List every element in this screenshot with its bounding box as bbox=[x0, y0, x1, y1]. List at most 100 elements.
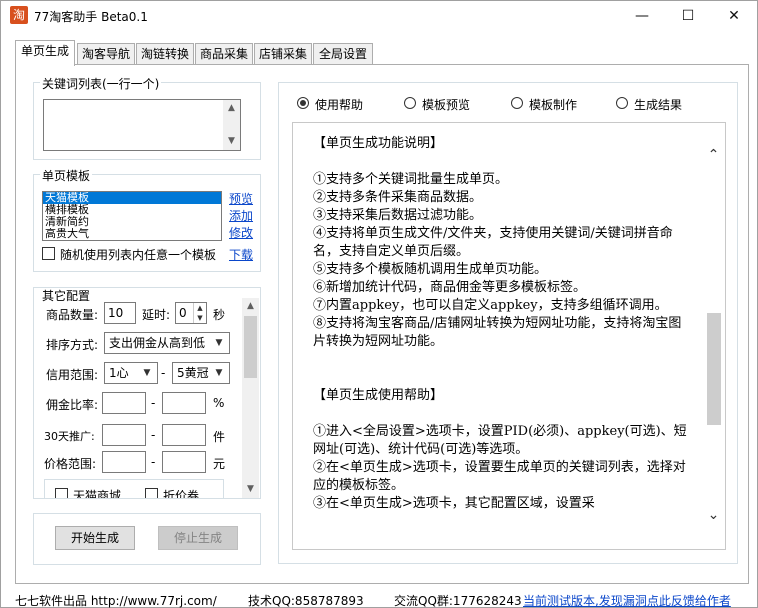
filter-subgroup: 天猫商城 折价券 bbox=[44, 479, 224, 499]
template-listbox[interactable]: 天猫模板 横排模板 清新简约 高贵大气 bbox=[42, 191, 222, 241]
price-label: 价格范围: bbox=[44, 457, 97, 471]
radio-help[interactable] bbox=[297, 97, 309, 109]
scroll-down-icon[interactable]: ⌄ bbox=[705, 507, 722, 524]
download-link[interactable]: 下载 bbox=[229, 246, 253, 263]
price-unit: 元 bbox=[213, 457, 226, 471]
promo-unit: 件 bbox=[213, 430, 226, 444]
vendor-text: 七七软件出品 http://www.77rj.com/ bbox=[15, 594, 217, 608]
tab-panel-single-page: 关键词列表(一行一个) ▲ ▼ 单页模板 天猫模板 横排模板 清新简约 高贵大气… bbox=[15, 64, 749, 584]
delay-spinner[interactable]: ▲ ▼ bbox=[193, 303, 206, 323]
minimize-button[interactable]: — bbox=[619, 1, 665, 31]
commission-max-input[interactable] bbox=[162, 392, 206, 414]
status-bar: 七七软件出品 http://www.77rj.com/ 技术QQ:8587878… bbox=[1, 589, 757, 608]
random-template-checkbox[interactable] bbox=[42, 247, 55, 260]
radio-template-preview[interactable] bbox=[404, 97, 416, 109]
sort-label: 排序方式: bbox=[46, 338, 99, 352]
tab-product-collect[interactable]: 商品采集 bbox=[195, 43, 253, 65]
scroll-down-icon[interactable]: ▼ bbox=[223, 133, 240, 150]
app-window: 淘 77淘客助手 Beta0.1 — ☐ ✕ 单页生成 淘客导航 淘链转换 商品… bbox=[0, 0, 758, 608]
tech-qq-text: 技术QQ:858787893 bbox=[248, 594, 364, 608]
scroll-down-icon[interactable]: ▼ bbox=[242, 481, 259, 498]
spin-up-icon[interactable]: ▲ bbox=[194, 303, 206, 313]
radio-help-label: 使用帮助 bbox=[315, 98, 364, 112]
preview-link[interactable]: 预览 bbox=[229, 190, 253, 207]
radio-template-preview-label: 模板预览 bbox=[422, 98, 471, 112]
app-logo-icon: 淘 bbox=[10, 6, 28, 24]
tab-shop-collect[interactable]: 店铺采集 bbox=[254, 43, 312, 65]
credit-from-value: 1心 bbox=[109, 366, 129, 380]
price-min-input[interactable] bbox=[102, 451, 146, 473]
delay-value: 0 bbox=[179, 306, 187, 320]
template-item[interactable]: 天猫模板 bbox=[43, 192, 221, 204]
help-text: 【单页生成功能说明】 ①支持多个关键词批量生成单页。 ②支持多条件采集商品数据。… bbox=[313, 136, 687, 511]
delay-input[interactable]: 0 ▲ ▼ bbox=[175, 302, 207, 324]
promo-min-input[interactable] bbox=[102, 424, 146, 446]
delay-unit: 秒 bbox=[213, 308, 226, 322]
other-config-title: 其它配置 bbox=[40, 288, 93, 304]
discount-label: 折价券 bbox=[163, 489, 200, 499]
discount-checkbox[interactable] bbox=[145, 488, 158, 498]
add-link[interactable]: 添加 bbox=[229, 207, 253, 224]
other-config-group: 其它配置 商品数量: 10 延时: 0 ▲ ▼ 秒 排序方式: 支出佣金从高到低… bbox=[33, 287, 261, 499]
delay-label: 延时: bbox=[142, 308, 171, 322]
radio-generate-result[interactable] bbox=[616, 97, 628, 109]
keywords-scrollbar[interactable]: ▲ ▼ bbox=[223, 100, 240, 150]
config-scroll-thumb[interactable] bbox=[244, 316, 257, 378]
window-title: 77淘客助手 Beta0.1 bbox=[34, 10, 148, 24]
template-item[interactable]: 清新简约 bbox=[43, 216, 221, 228]
credit-dash: - bbox=[161, 366, 166, 380]
action-group: 开始生成 停止生成 bbox=[33, 513, 261, 565]
tab-single-page[interactable]: 单页生成 bbox=[15, 40, 75, 66]
qq-group-text: 交流QQ群:177628243 bbox=[394, 594, 522, 608]
commission-unit: % bbox=[213, 396, 225, 410]
radio-generate-result-label: 生成结果 bbox=[634, 98, 683, 112]
start-generate-button[interactable]: 开始生成 bbox=[55, 526, 135, 550]
scroll-up-icon[interactable]: ▲ bbox=[242, 298, 259, 315]
keywords-group: 关键词列表(一行一个) ▲ ▼ bbox=[33, 75, 261, 160]
chevron-down-icon: ▼ bbox=[215, 338, 223, 348]
config-scrollbar[interactable]: ▲ ▼ bbox=[242, 298, 259, 498]
promo-max-input[interactable] bbox=[162, 424, 206, 446]
tab-link-convert[interactable]: 淘链转换 bbox=[136, 43, 194, 65]
maximize-button[interactable]: ☐ bbox=[665, 1, 711, 31]
close-button[interactable]: ✕ bbox=[711, 1, 757, 31]
radio-template-make-label: 模板制作 bbox=[529, 98, 578, 112]
sort-value: 支出佣金从高到低 bbox=[109, 336, 206, 350]
spin-down-icon[interactable]: ▼ bbox=[194, 313, 206, 323]
tab-taoke-nav[interactable]: 淘客导航 bbox=[77, 43, 135, 65]
promo-dash: - bbox=[151, 428, 156, 442]
template-item[interactable]: 高贵大气 bbox=[43, 228, 221, 240]
feedback-link[interactable]: 当前测试版本,发现漏洞点此反馈给作者 bbox=[523, 592, 731, 608]
scroll-up-icon[interactable]: ▲ bbox=[223, 100, 240, 117]
chevron-down-icon: ▼ bbox=[143, 368, 151, 378]
tmall-label: 天猫商城 bbox=[73, 489, 122, 499]
keywords-textarea[interactable]: ▲ ▼ bbox=[43, 99, 241, 151]
scroll-up-icon[interactable]: ⌃ bbox=[705, 147, 722, 164]
keywords-group-title: 关键词列表(一行一个) bbox=[40, 75, 162, 92]
random-template-label: 随机使用列表内任意一个模板 bbox=[60, 248, 217, 262]
sort-select[interactable]: 支出佣金从高到低 ▼ bbox=[104, 332, 230, 354]
help-scroll-thumb[interactable] bbox=[707, 313, 721, 425]
credit-label: 信用范围: bbox=[46, 368, 99, 382]
edit-link[interactable]: 修改 bbox=[229, 224, 253, 241]
template-group-title: 单页模板 bbox=[40, 167, 93, 184]
tmall-checkbox[interactable] bbox=[55, 488, 68, 498]
commission-label: 佣金比率: bbox=[46, 398, 99, 412]
credit-from-select[interactable]: 1心 ▼ bbox=[104, 362, 158, 384]
help-content-box[interactable]: 【单页生成功能说明】 ①支持多个关键词批量生成单页。 ②支持多条件采集商品数据。… bbox=[292, 122, 726, 550]
radio-template-make[interactable] bbox=[511, 97, 523, 109]
template-group: 单页模板 天猫模板 横排模板 清新简约 高贵大气 预览 添加 修改 随机使用列表… bbox=[33, 167, 261, 272]
tab-global-settings[interactable]: 全局设置 bbox=[313, 43, 373, 65]
commission-min-input[interactable] bbox=[102, 392, 146, 414]
count-input[interactable]: 10 bbox=[104, 302, 136, 324]
stop-generate-button[interactable]: 停止生成 bbox=[158, 526, 238, 550]
help-scrollbar[interactable]: ⌃ ⌄ bbox=[703, 123, 725, 549]
price-max-input[interactable] bbox=[162, 451, 206, 473]
chevron-down-icon: ▼ bbox=[215, 368, 223, 378]
promo-label: 30天推广: bbox=[44, 430, 95, 443]
credit-to-select[interactable]: 5黄冠 ▼ bbox=[172, 362, 230, 384]
template-item[interactable]: 横排模板 bbox=[43, 204, 221, 216]
count-label: 商品数量: bbox=[46, 308, 99, 322]
title-bar[interactable]: 淘 77淘客助手 Beta0.1 — ☐ ✕ bbox=[1, 1, 757, 31]
commission-dash: - bbox=[151, 396, 156, 410]
